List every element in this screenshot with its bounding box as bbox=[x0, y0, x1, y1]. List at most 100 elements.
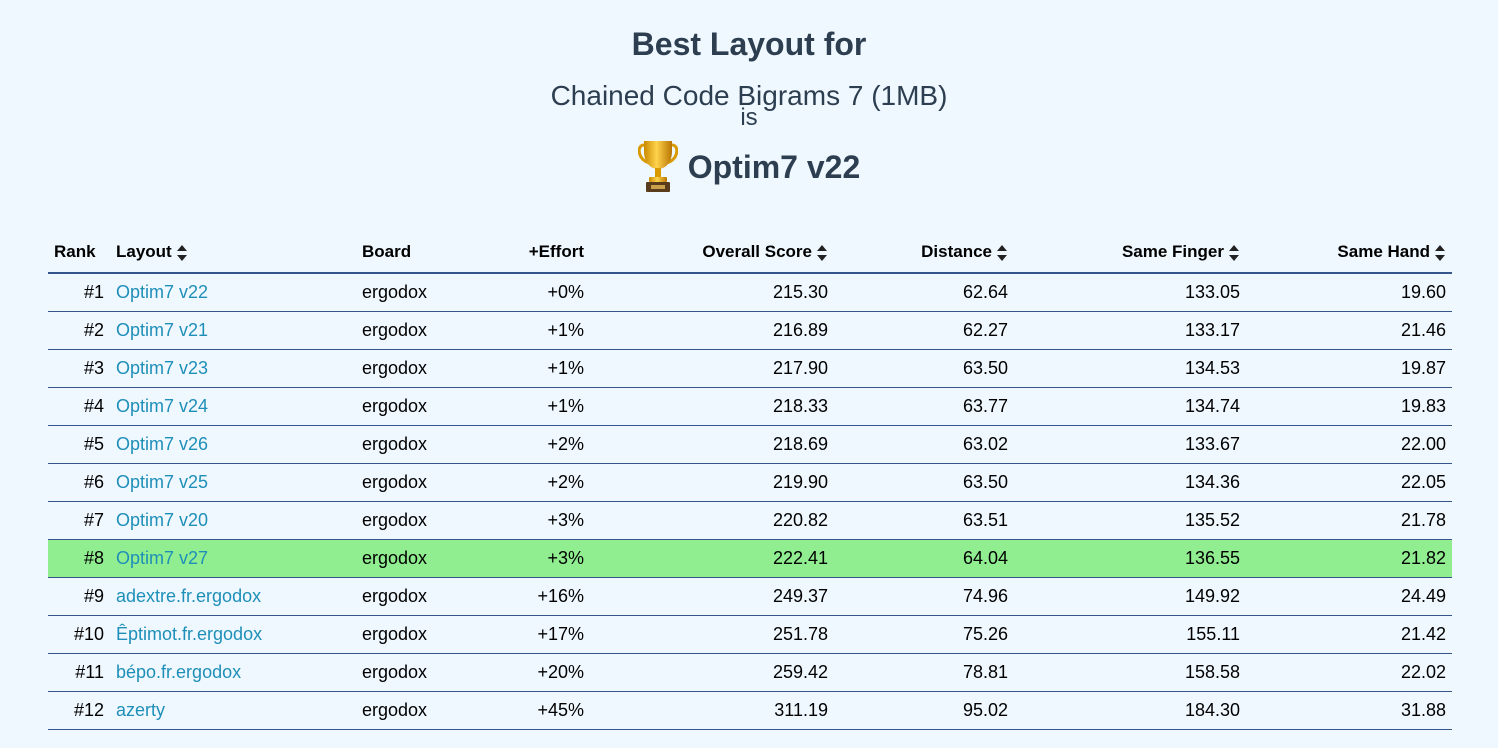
column-header-same-finger[interactable]: Same Finger bbox=[1014, 232, 1246, 274]
overall-score-cell: 216.89 bbox=[590, 311, 834, 350]
layout-link[interactable]: Optim7 v26 bbox=[116, 434, 208, 454]
effort-cell: +1% bbox=[458, 311, 590, 350]
same-finger-cell: 149.92 bbox=[1014, 577, 1246, 616]
rank-cell: #1 bbox=[48, 273, 110, 312]
layout-link[interactable]: Optim7 v21 bbox=[116, 320, 208, 340]
same-hand-cell: 19.83 bbox=[1246, 387, 1452, 426]
rank-cell: #9 bbox=[48, 577, 110, 616]
distance-cell: 75.26 bbox=[834, 615, 1014, 654]
overall-score-cell: 259.42 bbox=[590, 653, 834, 692]
rank-cell: #12 bbox=[48, 691, 110, 730]
board-cell: ergodox bbox=[356, 463, 458, 502]
table-row: #4 Optim7 v24 ergodox +1% 218.33 63.77 134.74 1… bbox=[48, 387, 1452, 426]
same-hand-cell: 31.88 bbox=[1246, 691, 1452, 730]
overall-score-cell: 251.78 bbox=[590, 615, 834, 654]
same-hand-cell: 22.00 bbox=[1246, 425, 1452, 464]
layout-link[interactable]: Optim7 v23 bbox=[116, 358, 208, 378]
overall-score-cell: 217.90 bbox=[590, 349, 834, 388]
effort-cell: +2% bbox=[458, 463, 590, 502]
same-hand-cell: 24.49 bbox=[1246, 577, 1452, 616]
same-hand-cell: 22.05 bbox=[1246, 463, 1452, 502]
layout-link[interactable]: Optim7 v25 bbox=[116, 472, 208, 492]
sort-icon[interactable] bbox=[816, 244, 828, 262]
layout-cell: Optim7 v20 bbox=[110, 501, 356, 540]
table-row: #12 azerty ergodox +45% 311.19 95.02 184.30 31.… bbox=[48, 691, 1452, 730]
board-cell: ergodox bbox=[356, 653, 458, 692]
same-finger-cell: 158.58 bbox=[1014, 653, 1246, 692]
board-cell: ergodox bbox=[356, 425, 458, 464]
distance-cell: 63.50 bbox=[834, 463, 1014, 502]
column-header-same-hand[interactable]: Same Hand bbox=[1246, 232, 1452, 274]
layout-link[interactable]: Optim7 v27 bbox=[116, 548, 208, 568]
rank-cell: #4 bbox=[48, 387, 110, 426]
effort-cell: +3% bbox=[458, 539, 590, 578]
is-text: is bbox=[740, 104, 758, 131]
layout-cell: Êptimot.fr.ergodox bbox=[110, 615, 356, 654]
column-header-rank: Rank bbox=[48, 232, 110, 274]
layout-cell: azerty bbox=[110, 691, 356, 730]
layout-link[interactable]: Optim7 v24 bbox=[116, 396, 208, 416]
board-cell: ergodox bbox=[356, 501, 458, 540]
winner-layout-name: Optim7 v22 bbox=[687, 148, 861, 185]
layout-link[interactable]: bépo.fr.ergodox bbox=[116, 662, 241, 682]
same-finger-cell: 133.67 bbox=[1014, 425, 1246, 464]
page-title: Best Layout for bbox=[631, 26, 867, 62]
rank-cell: #10 bbox=[48, 615, 110, 654]
board-cell: ergodox bbox=[356, 349, 458, 388]
table-row: #10 Êptimot.fr.ergodox ergodox +17% 251.78 75… bbox=[48, 615, 1452, 654]
distance-cell: 95.02 bbox=[834, 691, 1014, 730]
layout-link[interactable]: adextre.fr.ergodox bbox=[116, 586, 261, 606]
same-finger-cell: 134.36 bbox=[1014, 463, 1246, 502]
board-cell: ergodox bbox=[356, 539, 458, 578]
same-hand-cell: 22.02 bbox=[1246, 653, 1452, 692]
same-finger-cell: 133.05 bbox=[1014, 273, 1246, 312]
layout-link[interactable]: Optim7 v20 bbox=[116, 510, 208, 530]
effort-cell: +20% bbox=[458, 653, 590, 692]
rank-cell: #11 bbox=[48, 653, 110, 692]
same-hand-cell: 21.82 bbox=[1246, 539, 1452, 578]
same-hand-cell: 21.46 bbox=[1246, 311, 1452, 350]
same-hand-cell: 21.78 bbox=[1246, 501, 1452, 540]
layout-cell: bépo.fr.ergodox bbox=[110, 653, 356, 692]
column-header-layout[interactable]: Layout bbox=[110, 232, 356, 274]
trophy-icon bbox=[637, 137, 679, 197]
same-finger-cell: 133.17 bbox=[1014, 311, 1246, 350]
overall-score-cell: 249.37 bbox=[590, 577, 834, 616]
overall-score-cell: 311.19 bbox=[590, 691, 834, 730]
layout-link[interactable]: Optim7 v22 bbox=[116, 282, 208, 302]
layout-cell: Optim7 v23 bbox=[110, 349, 356, 388]
same-hand-cell: 19.87 bbox=[1246, 349, 1452, 388]
effort-cell: +17% bbox=[458, 615, 590, 654]
table-row: #6 Optim7 v25 ergodox +2% 219.90 63.50 134.36 2… bbox=[48, 463, 1452, 502]
same-finger-cell: 155.11 bbox=[1014, 615, 1246, 654]
distance-cell: 64.04 bbox=[834, 539, 1014, 578]
sort-icon[interactable] bbox=[176, 244, 188, 262]
layout-cell: Optim7 v21 bbox=[110, 311, 356, 350]
column-header-overall-score[interactable]: Overall Score bbox=[590, 232, 834, 274]
effort-cell: +16% bbox=[458, 577, 590, 616]
table-row: #3 Optim7 v23 ergodox +1% 217.90 63.50 134.53 1… bbox=[48, 349, 1452, 388]
distance-cell: 63.51 bbox=[834, 501, 1014, 540]
table-row: #11 bépo.fr.ergodox ergodox +20% 259.42 78.81… bbox=[48, 653, 1452, 692]
sort-icon[interactable] bbox=[1228, 244, 1240, 262]
overall-score-cell: 219.90 bbox=[590, 463, 834, 502]
layout-cell: Optim7 v26 bbox=[110, 425, 356, 464]
effort-cell: +1% bbox=[458, 349, 590, 388]
distance-cell: 63.77 bbox=[834, 387, 1014, 426]
winner-banner: Optim7 v22 bbox=[0, 134, 1498, 200]
effort-cell: +1% bbox=[458, 387, 590, 426]
column-header-distance[interactable]: Distance bbox=[834, 232, 1014, 274]
sort-icon[interactable] bbox=[1434, 244, 1446, 262]
layout-cell: adextre.fr.ergodox bbox=[110, 577, 356, 616]
overall-score-cell: 215.30 bbox=[590, 273, 834, 312]
sort-icon[interactable] bbox=[996, 244, 1008, 262]
same-finger-cell: 135.52 bbox=[1014, 501, 1246, 540]
rank-cell: #7 bbox=[48, 501, 110, 540]
board-cell: ergodox bbox=[356, 311, 458, 350]
same-finger-cell: 134.53 bbox=[1014, 349, 1246, 388]
overall-score-cell: 222.41 bbox=[590, 539, 834, 578]
table-row: #2 Optim7 v21 ergodox +1% 216.89 62.27 133.17 2… bbox=[48, 311, 1452, 350]
layout-link[interactable]: Êptimot.fr.ergodox bbox=[116, 624, 262, 644]
column-header-effort: +Effort bbox=[458, 232, 590, 274]
layout-link[interactable]: azerty bbox=[116, 700, 165, 720]
